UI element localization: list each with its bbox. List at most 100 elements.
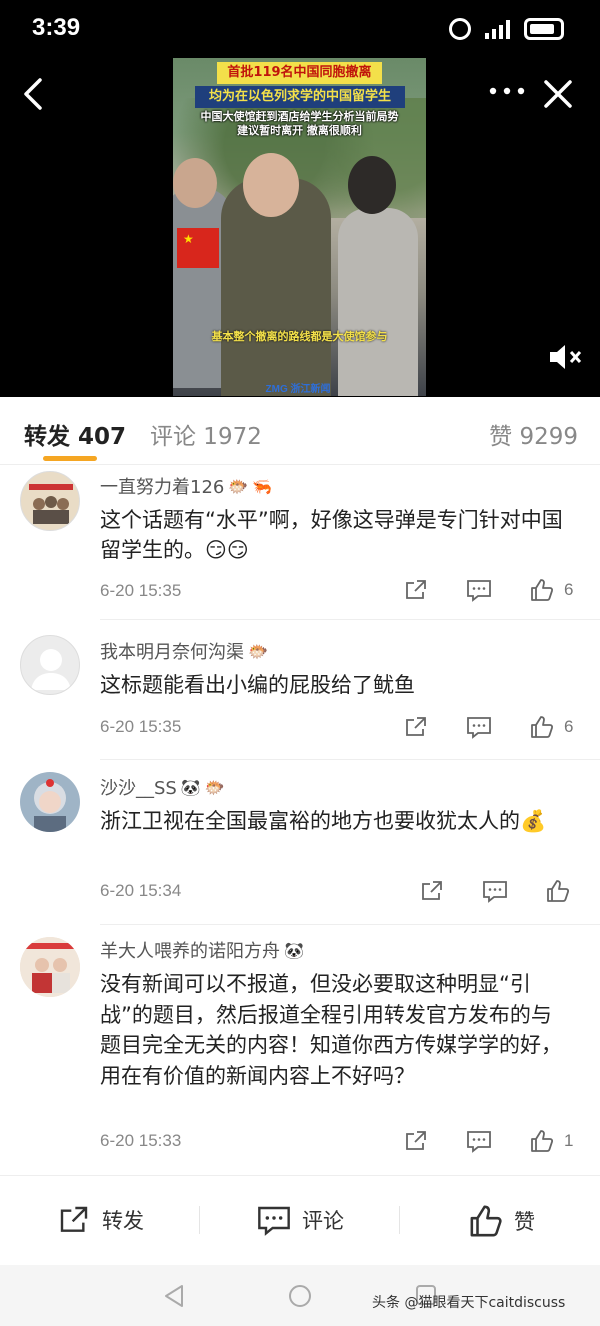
- video-caption-bottom: 基本整个撤离的路线都是大使馆参与: [211, 330, 388, 343]
- comment-author[interactable]: 一直努力着126 🐡 🦐: [100, 473, 272, 499]
- video-caption-title: 首批119名中国同胞撤离: [217, 62, 382, 84]
- tab-bar: 转发 407 评论 1972 赞 9299: [0, 397, 600, 465]
- badge-panda-icon: 🐼: [284, 940, 304, 960]
- comment-text: 没有新闻可以不报道，但没必要取这种明显“引战”的题目，然后报道全程引用转发官方发…: [100, 972, 562, 1088]
- comment-author[interactable]: 沙沙__SS 🐼 🐡: [100, 774, 225, 800]
- share-icon[interactable]: [420, 879, 444, 903]
- reply-icon[interactable]: [466, 1129, 492, 1153]
- avatar-image: [29, 484, 73, 524]
- avatar[interactable]: [20, 772, 80, 832]
- video-caption-subtitle: 均为在以色列求学的中国留学生: [195, 86, 405, 108]
- comment-text: 浙江卫视在全国最富裕的地方也要收犹太人的💰: [100, 809, 547, 833]
- video-caption-detail: 中国大使馆赶到酒店给学生分析当前局势 建议暂时离开 撤离很顺利: [183, 110, 416, 138]
- thumbs-up-icon: [531, 716, 554, 738]
- status-icons: [449, 18, 564, 40]
- avatar-image: [34, 779, 66, 832]
- comment-time: 6-20 15:35: [100, 717, 182, 736]
- tab-comment[interactable]: 评论 1972: [150, 417, 262, 451]
- video-caption-detail-line: 中国大使馆赶到酒店给学生分析当前局势: [200, 110, 399, 123]
- signal-icon: [485, 19, 510, 39]
- watermark: 头条 @猫眼看天下caitdiscuss: [372, 1295, 566, 1311]
- like-count: 1: [564, 1131, 574, 1150]
- like-count: 6: [564, 717, 574, 736]
- video-scene-head: [173, 158, 217, 208]
- status-time: 3:39: [32, 14, 81, 41]
- alarm-icon: [449, 18, 471, 40]
- comment-time: 6-20 15:35: [100, 581, 182, 600]
- tab-repost[interactable]: 转发 407: [24, 417, 126, 451]
- like-count: 6: [564, 580, 574, 599]
- bottom-action-bar: 转发 评论 赞: [0, 1175, 600, 1265]
- comment-actions: 6: [404, 578, 573, 602]
- comment-author-name: 一直努力着126: [100, 477, 225, 498]
- video-scene-person: [338, 208, 418, 396]
- repost-label: 转发: [102, 1209, 144, 1233]
- like-label: 赞: [514, 1210, 535, 1234]
- badge-fish-icon: 🐡: [204, 777, 225, 797]
- comment-author-name: 沙沙__SS: [100, 778, 177, 799]
- share-icon[interactable]: [404, 578, 428, 602]
- like-button[interactable]: 6: [530, 578, 573, 602]
- share-icon[interactable]: [404, 1129, 428, 1153]
- tab-like[interactable]: 赞 9299: [489, 417, 578, 451]
- video-caption-detail-line: 建议暂时离开 撤离很顺利: [237, 124, 362, 137]
- comment-author[interactable]: 我本明月奈何沟渠 🐡: [100, 638, 268, 664]
- avatar[interactable]: [20, 635, 80, 695]
- active-tab-indicator: [43, 456, 97, 461]
- comment-label: 评论: [302, 1209, 344, 1233]
- badge-lobster-icon: 🦐: [252, 476, 273, 496]
- avatar[interactable]: [20, 937, 80, 997]
- mute-icon[interactable]: [548, 343, 584, 371]
- reply-icon[interactable]: [466, 715, 492, 739]
- thumbs-up-icon: [531, 579, 554, 601]
- divider: [399, 1206, 400, 1234]
- comment-text: 这标题能看出小编的屁股给了鱿鱼: [100, 673, 415, 697]
- badge-fish-icon: 🐡: [228, 476, 249, 496]
- comment-actions: 6: [404, 715, 573, 739]
- video-logo: ZMG 浙江新闻: [265, 384, 331, 395]
- repost-button[interactable]: 转发: [56, 1204, 144, 1236]
- avatar-image: [20, 937, 80, 997]
- avatar[interactable]: [20, 471, 80, 531]
- nav-home-icon[interactable]: [287, 1283, 313, 1309]
- comment-actions: 1: [404, 1129, 573, 1153]
- reply-icon[interactable]: [482, 879, 508, 903]
- comment-item: 一直努力着126 🐡 🦐 这个话题有“水平”啊，好像这导弹是专门针对中国留学生的…: [0, 465, 600, 620]
- badge-fish-icon: 🐡: [248, 641, 268, 661]
- back-icon[interactable]: [18, 76, 54, 112]
- status-bar: 3:39: [0, 0, 600, 60]
- reply-icon[interactable]: [466, 578, 492, 602]
- video-frame[interactable]: ★ 首批119名中国同胞撤离 均为在以色列求学的中国留学生 中国大使馆赶到酒店给…: [173, 58, 426, 396]
- comment-text: 这个话题有“水平”啊，好像这导弹是专门针对中国留学生的。😏😏: [100, 508, 563, 562]
- comment-actions: [420, 879, 580, 903]
- video-scene-head: [243, 153, 299, 217]
- flag-star-icon: ★: [183, 232, 194, 246]
- comment-author[interactable]: 羊大人喂养的诺阳方舟 🐼: [100, 937, 304, 963]
- share-icon[interactable]: [404, 715, 428, 739]
- default-avatar-icon: [31, 649, 71, 690]
- nav-back-icon[interactable]: [162, 1283, 186, 1309]
- comment-time: 6-20 15:33: [100, 1131, 182, 1150]
- divider: [199, 1206, 200, 1234]
- comment-icon: [258, 1206, 290, 1236]
- comment-item: 沙沙__SS 🐼 🐡 浙江卫视在全国最富裕的地方也要收犹太人的💰 6-20 15…: [0, 760, 600, 925]
- comment-item: 我本明月奈何沟渠 🐡 这标题能看出小编的屁股给了鱿鱼 6-20 15:35 6: [0, 620, 600, 760]
- like-button[interactable]: [546, 879, 580, 903]
- thumbs-up-icon: [470, 1205, 502, 1237]
- comment-time: 6-20 15:34: [100, 881, 182, 900]
- like-button[interactable]: 1: [530, 1129, 573, 1153]
- close-icon[interactable]: [540, 76, 576, 112]
- comment-author-name: 羊大人喂养的诺阳方舟: [100, 941, 280, 962]
- like-bottom-button[interactable]: 赞: [468, 1204, 535, 1238]
- battery-icon: [524, 18, 564, 40]
- comment-button[interactable]: 评论: [256, 1204, 344, 1236]
- comment-author-name: 我本明月奈何沟渠: [100, 642, 244, 663]
- thumbs-up-icon: [531, 1130, 554, 1152]
- like-button[interactable]: 6: [530, 715, 573, 739]
- thumbs-up-icon: [547, 880, 570, 902]
- more-icon[interactable]: [487, 84, 527, 98]
- video-player[interactable]: 3:39 ★ 首批119名中国同胞撤离 均为在以色列求学的中国留学生 中国大使馆…: [0, 0, 600, 397]
- comment-item: 羊大人喂养的诺阳方舟 🐼 没有新闻可以不报道，但没必要取这种明显“引战”的题目，…: [0, 925, 600, 1175]
- share-icon: [60, 1206, 88, 1232]
- video-scene-head: [348, 156, 396, 214]
